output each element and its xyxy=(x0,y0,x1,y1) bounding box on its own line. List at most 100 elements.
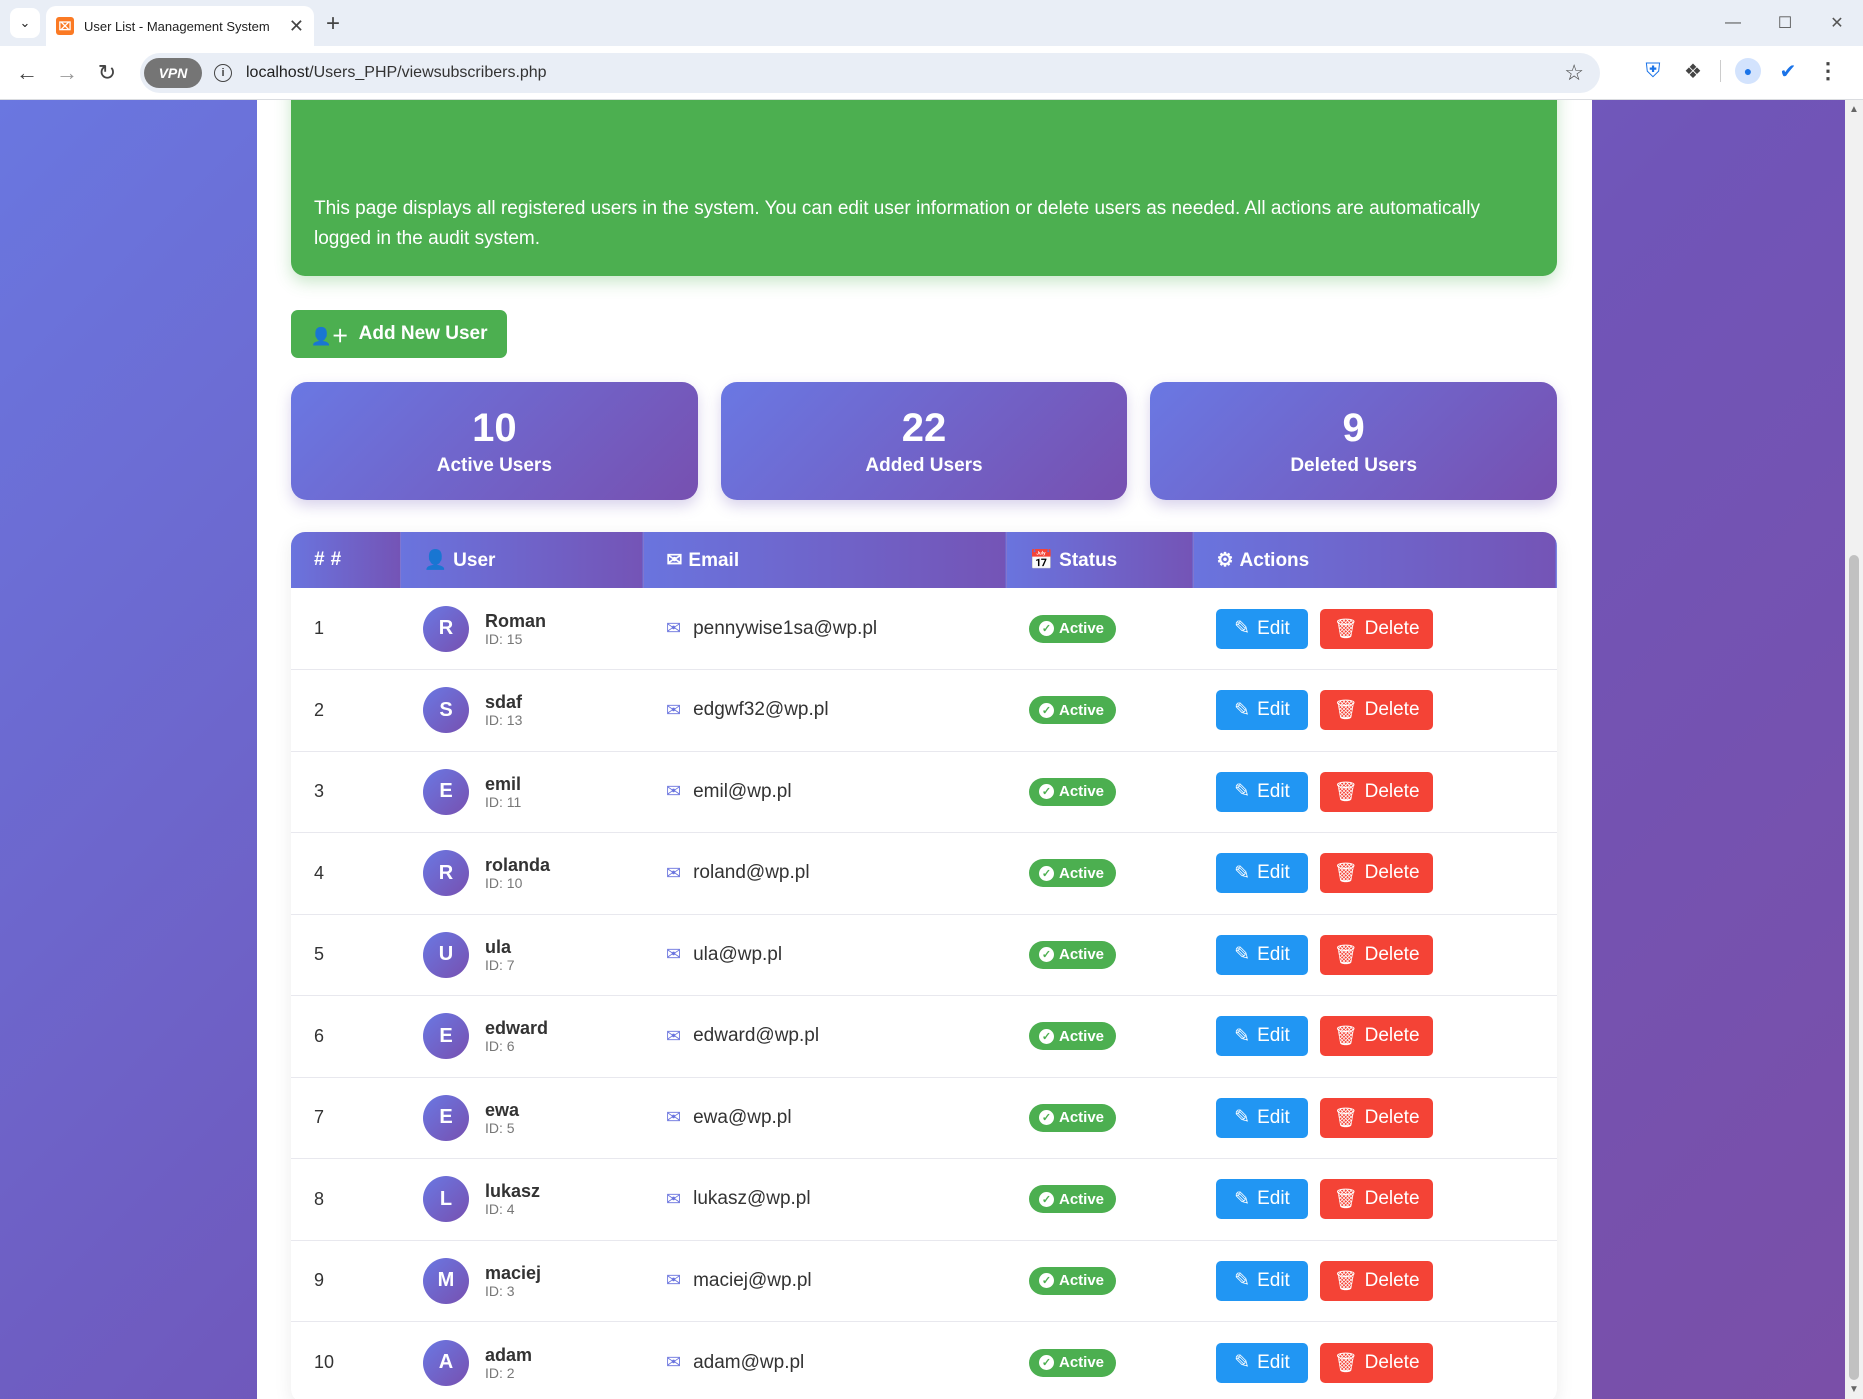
delete-button[interactable]: 🗑 Delete xyxy=(1320,1179,1433,1220)
row-number: 9 xyxy=(314,1270,325,1291)
edit-button[interactable]: ✎ Edit xyxy=(1216,1260,1308,1301)
delete-button[interactable]: 🗑 Delete xyxy=(1320,853,1433,894)
new-tab-button[interactable]: + xyxy=(326,10,340,38)
email-cell: ✉ edgwf32@wp.pl xyxy=(643,670,1006,752)
edit-button[interactable]: ✎ Edit xyxy=(1216,1179,1308,1220)
close-window-icon[interactable]: ✕ xyxy=(1811,0,1863,46)
delete-label: Delete xyxy=(1364,617,1420,639)
delete-label: Delete xyxy=(1364,1351,1420,1373)
user-name: emil xyxy=(485,773,522,794)
add-new-user-button[interactable]: 👤＋ Add New User xyxy=(291,310,507,358)
delete-button[interactable]: 🗑 Delete xyxy=(1320,1342,1433,1383)
delete-label: Delete xyxy=(1364,943,1420,965)
edit-button[interactable]: ✎ Edit xyxy=(1216,1016,1308,1057)
add-new-user-label: Add New User xyxy=(358,323,488,344)
forward-arrow-icon[interactable]: → xyxy=(52,58,82,88)
maximize-icon[interactable]: ☐ xyxy=(1759,0,1811,46)
browser-tab[interactable]: ⌧ User List - Management System ✕ xyxy=(46,6,314,46)
vpn-badge[interactable]: VPN xyxy=(144,58,202,88)
chevron-down-icon: ⌄ xyxy=(19,15,31,30)
edit-button[interactable]: ✎ Edit xyxy=(1216,771,1308,812)
info-text: This page displays all registered users … xyxy=(314,198,1480,249)
user-cell: R rolanda ID: 10 xyxy=(400,833,643,915)
edit-label: Edit xyxy=(1257,862,1290,884)
user-cell: M maciej ID: 3 xyxy=(400,1240,643,1322)
main-container: This page displays all registered users … xyxy=(257,100,1592,1399)
window-controls: — ☐ ✕ xyxy=(1707,0,1863,46)
site-info-icon[interactable]: i xyxy=(214,64,232,82)
edit-icon: ✎ xyxy=(1234,1025,1251,1047)
status-label: Active xyxy=(1059,701,1105,719)
privacy-shield-icon[interactable]: ⛨ xyxy=(1640,58,1666,84)
row-number: 2 xyxy=(314,699,325,720)
users-table-container: # # 👤 User ✉ Email 📅 Status ⚙ Actions 1 R Rom… xyxy=(291,532,1557,1399)
user-name: lukasz xyxy=(485,1181,541,1202)
actions-cell: ✎ Edit 🗑 Delete xyxy=(1193,1322,1557,1399)
user-email: ewa@wp.pl xyxy=(693,1106,792,1128)
user-cell: L lukasz ID: 4 xyxy=(400,1159,643,1241)
reload-icon[interactable]: ↻ xyxy=(92,58,122,88)
scrollbar-thumb[interactable] xyxy=(1849,555,1859,1380)
trash-icon: 🗑 xyxy=(1333,700,1358,722)
edit-button[interactable]: ✎ Edit xyxy=(1216,1342,1308,1383)
user-cell: E emil ID: 11 xyxy=(400,751,643,833)
delete-button[interactable]: 🗑 Delete xyxy=(1320,1097,1433,1138)
kebab-menu-icon[interactable]: ⋮ xyxy=(1815,58,1841,84)
header-user-label: User xyxy=(453,550,496,571)
status-badge: ✓ Active xyxy=(1029,1266,1117,1295)
edit-button[interactable]: ✎ Edit xyxy=(1216,690,1308,731)
delete-button[interactable]: 🗑 Delete xyxy=(1320,608,1433,649)
user-id: ID: 7 xyxy=(485,956,515,973)
status-label: Active xyxy=(1059,1354,1105,1371)
status-label: Active xyxy=(1059,1027,1105,1045)
avatar: E xyxy=(423,1013,469,1060)
url-text[interactable]: localhost/Users_PHP/viewsubscribers.php xyxy=(246,64,547,82)
stat-label: Added Users xyxy=(865,455,983,476)
header-status: 📅 Status xyxy=(1006,532,1194,588)
tab-search-button[interactable]: ⌄ xyxy=(10,8,40,38)
address-bar[interactable]: VPN i localhost/Users_PHP/viewsubscriber… xyxy=(140,53,1600,93)
status-badge: ✓ Active xyxy=(1029,1185,1117,1214)
tab-title: User List - Management System xyxy=(84,18,270,34)
row-number: 3 xyxy=(314,781,325,802)
delete-button[interactable]: 🗑 Delete xyxy=(1320,771,1433,812)
avatar: R xyxy=(423,605,469,652)
bookmark-star-icon[interactable]: ☆ xyxy=(1564,60,1584,86)
security-shield-icon[interactable]: ✔ xyxy=(1775,58,1801,84)
edit-button[interactable]: ✎ Edit xyxy=(1216,934,1308,975)
user-email: adam@wp.pl xyxy=(693,1351,805,1373)
email-cell: ✉ roland@wp.pl xyxy=(643,833,1006,915)
close-icon[interactable]: ✕ xyxy=(289,16,304,37)
user-cell: A adam ID: 2 xyxy=(400,1322,643,1399)
delete-button[interactable]: 🗑 Delete xyxy=(1320,1260,1433,1301)
envelope-icon: ✉ xyxy=(666,1107,682,1128)
edit-icon: ✎ xyxy=(1234,618,1251,639)
header-email-label: Email xyxy=(688,549,740,571)
profile-avatar-icon[interactable]: ● xyxy=(1735,58,1761,84)
extensions-puzzle-icon[interactable]: ❖ xyxy=(1680,58,1706,84)
user-email: edgwf32@wp.pl xyxy=(693,699,829,721)
minimize-icon[interactable]: — xyxy=(1707,0,1759,46)
edit-button[interactable]: ✎ Edit xyxy=(1216,608,1308,649)
actions-cell: ✎ Edit 🗑 Delete xyxy=(1193,1077,1557,1159)
user-icon: 👤 xyxy=(423,550,448,571)
edit-label: Edit xyxy=(1257,943,1290,965)
edit-icon: ✎ xyxy=(1234,862,1251,884)
delete-button[interactable]: 🗑 Delete xyxy=(1320,934,1433,975)
stat-label: Active Users xyxy=(436,455,552,476)
back-arrow-icon[interactable]: ← xyxy=(12,58,42,88)
users-table: # # 👤 User ✉ Email 📅 Status ⚙ Actions 1 R Rom… xyxy=(291,532,1557,1399)
check-circle-icon: ✓ xyxy=(1039,1028,1054,1044)
delete-button[interactable]: 🗑 Delete xyxy=(1320,690,1433,731)
edit-button[interactable]: ✎ Edit xyxy=(1216,853,1308,894)
vertical-scrollbar[interactable]: ▲ ▼ xyxy=(1845,100,1863,1399)
table-row: 4 R rolanda ID: 10 ✉ roland@wp.pl ✓ Acti… xyxy=(291,833,1557,915)
delete-label: Delete xyxy=(1364,1188,1420,1210)
header-actions-label: Actions xyxy=(1239,549,1310,571)
edit-button[interactable]: ✎ Edit xyxy=(1216,1097,1308,1138)
status-cell: ✓ Active xyxy=(1006,914,1193,996)
edit-icon: ✎ xyxy=(1234,1352,1251,1373)
delete-button[interactable]: 🗑 Delete xyxy=(1320,1016,1433,1057)
scroll-down-arrow-icon[interactable]: ▼ xyxy=(1849,1384,1859,1395)
scroll-up-arrow-icon[interactable]: ▲ xyxy=(1849,104,1859,115)
